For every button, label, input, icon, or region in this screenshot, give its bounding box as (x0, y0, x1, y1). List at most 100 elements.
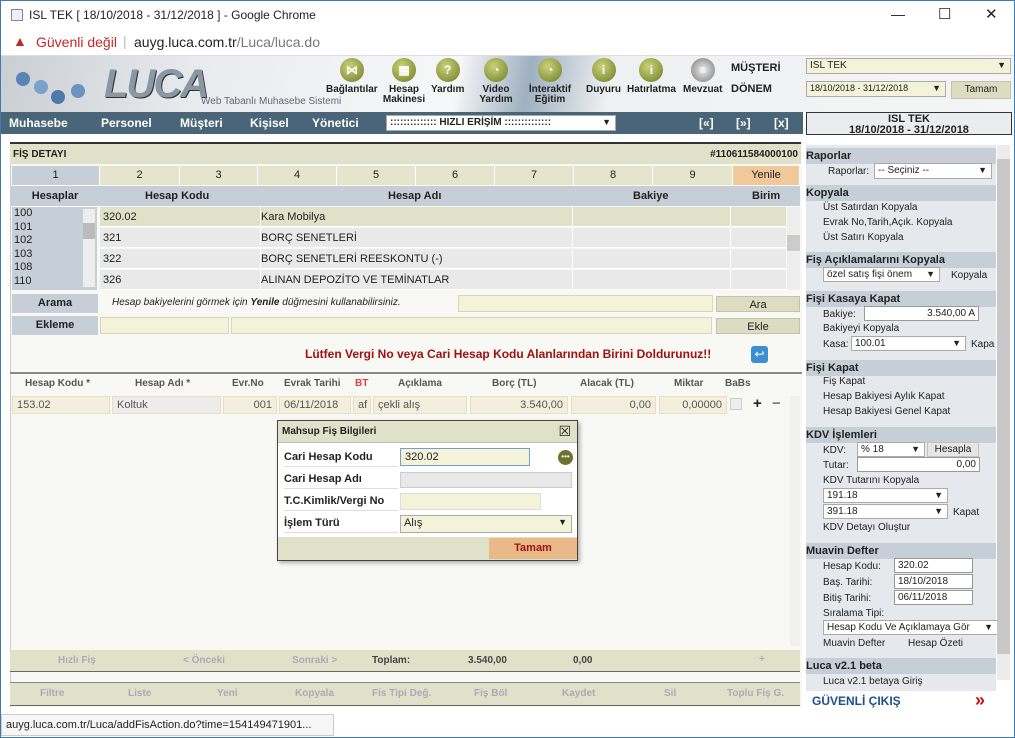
cell-aciklama[interactable]: çekli alış (373, 396, 467, 414)
bakiyeyi-kopyala-link[interactable]: Bakiyeyi Kopyala (823, 323, 899, 334)
cari-kod-input[interactable]: 320.02 (400, 448, 530, 466)
scrollbar[interactable] (83, 209, 95, 287)
ust-satiri-kopyala-link[interactable]: Üst Satırı Kopyala (823, 232, 904, 243)
dialog-close-button[interactable]: ☒ (558, 423, 571, 440)
next-window-button[interactable]: [»] (736, 116, 751, 130)
kdv-account-select-2[interactable]: 391.18 (823, 504, 948, 519)
plus-button[interactable]: + (759, 654, 765, 665)
video-yardim-button[interactable]: ◔ Video Yardım (477, 58, 515, 105)
cell-evrak-tarihi[interactable]: 06/11/2018 (279, 396, 351, 414)
hesapla-button[interactable]: Hesapla (927, 442, 979, 457)
address-bar[interactable]: ▲ Güvenli değil | auyg.luca.com.tr/Luca/… (1, 30, 1014, 56)
yenile-tab[interactable]: Yenile (733, 166, 800, 185)
cell-bt[interactable]: af (353, 396, 371, 414)
toolbar-button[interactable]: Toplu Fiş G. (727, 688, 784, 699)
hesaplar-list[interactable]: 100 101 102 103 108 110 (12, 207, 97, 290)
hesap-makinesi-button[interactable]: ▦ Hesap Makinesi (382, 58, 426, 105)
duyuru-button[interactable]: i Duyuru (586, 58, 621, 95)
kdv-detay-link[interactable]: KDV Detayı Oluştur (823, 522, 910, 533)
ara-button[interactable]: Ara (716, 296, 800, 312)
kasa-kapat-link[interactable]: Kapa (971, 339, 994, 350)
baglantilar-button[interactable]: ⋈ Bağlantılar (326, 58, 378, 95)
ekleme-ad-input[interactable] (231, 317, 712, 334)
cell-hesap-adi[interactable]: Koltuk (112, 396, 221, 414)
bas-tarihi-input[interactable]: 18/10/2018 (894, 574, 973, 589)
minimize-button[interactable]: — (891, 6, 905, 22)
mevzuat-button[interactable]: ≡ Mevzuat (683, 58, 722, 95)
more-icon[interactable]: ••• (558, 450, 573, 465)
tab-6[interactable]: 6 (416, 166, 495, 185)
tab-7[interactable]: 7 (495, 166, 574, 185)
nav-personel[interactable]: Personel (101, 116, 152, 130)
tutar-input[interactable]: 0,00 (857, 457, 980, 472)
nav-yonetici[interactable]: Yönetici (312, 116, 359, 130)
remove-row-button[interactable]: − (772, 395, 781, 412)
onceki-button[interactable]: < Önceki (183, 655, 225, 666)
beta-link[interactable]: Luca v2.1 betaya Giriş (823, 676, 923, 687)
muavin-hesap-kodu-input[interactable]: 320.02 (894, 558, 973, 573)
aylik-kapat-link[interactable]: Hesap Bakiyesi Aylık Kapat (823, 391, 945, 402)
ekle-button[interactable]: Ekle (716, 318, 800, 334)
kdv-account-select-1[interactable]: 191.18 (823, 488, 948, 503)
kdv-select[interactable]: % 18 (857, 442, 925, 457)
nav-kisisel[interactable]: Kişisel (250, 116, 289, 130)
kdv-kapat-link[interactable]: Kapat (953, 507, 979, 518)
maximize-button[interactable]: ☐ (938, 5, 951, 23)
ust-satirdan-kopyala-link[interactable]: Üst Satırdan Kopyala (823, 202, 918, 213)
toolbar-button[interactable]: Fis Tipi Değ. (372, 688, 431, 699)
kdv-kopyala-link[interactable]: KDV Tutarını Kopyala (823, 475, 919, 486)
arama-input[interactable] (458, 295, 713, 312)
toolbar-button[interactable]: Fiş Böl (474, 688, 507, 699)
tab-8[interactable]: 8 (574, 166, 653, 185)
donem-select[interactable]: 18/10/2018 - 31/12/2018 (806, 81, 946, 97)
cell-borc[interactable]: 3.540,00 (470, 396, 568, 414)
cell-hesap-kodu[interactable]: 153.02 (12, 396, 110, 414)
ekleme-kod-input[interactable] (100, 317, 229, 334)
tab-2[interactable]: 2 (100, 166, 180, 185)
aciklama-kopyala-link[interactable]: Kopyala (951, 270, 987, 281)
nav-musteri[interactable]: Müşteri (180, 116, 223, 130)
toolbar-button[interactable]: Kaydet (562, 688, 595, 699)
close-window-button[interactable]: [x] (774, 116, 789, 130)
grid-scrollbar[interactable] (790, 396, 800, 646)
account-row[interactable]: 320.02 Kara Mobilya (100, 207, 786, 227)
bakiye-input[interactable]: 3.540,00 A (864, 306, 979, 321)
toolbar-button[interactable]: Yeni (217, 688, 238, 699)
account-row[interactable]: 326 ALINAN DEPOZİTO VE TEMİNATLAR (100, 270, 786, 290)
raporlar-select[interactable]: -- Seçiniz -- (874, 163, 992, 179)
islem-select[interactable]: Alış (400, 515, 572, 533)
toolbar-button[interactable]: Liste (128, 688, 151, 699)
muavin-defter-link[interactable]: Muavin Defter (823, 638, 885, 649)
cell-alacak[interactable]: 0,00 (571, 396, 656, 414)
toolbar-button[interactable]: Sil (664, 688, 676, 699)
toolbar-button[interactable]: Filtre (40, 688, 64, 699)
cell-evr-no[interactable]: 001 (223, 396, 277, 414)
toolbar-button[interactable]: Kopyala (295, 688, 334, 699)
kasa-select[interactable]: 100.01 (851, 336, 966, 351)
yardim-button[interactable]: ? Yardım (431, 58, 464, 95)
prev-window-button[interactable]: [«] (699, 116, 714, 130)
cell-miktar[interactable]: 0,00000 (659, 396, 727, 414)
chevron-right-icon[interactable]: » (975, 690, 985, 711)
tab-5[interactable]: 5 (337, 166, 416, 185)
bitis-tarihi-input[interactable]: 06/11/2018 (894, 590, 973, 605)
siralama-select[interactable]: Hesap Kodu Ve Açıklamaya Gör (823, 620, 998, 635)
tab-3[interactable]: 3 (180, 166, 258, 185)
add-row-button[interactable]: + (753, 395, 762, 412)
interaktif-egitim-button[interactable]: ◔ İnteraktif Eğitim (525, 58, 575, 105)
tab-4[interactable]: 4 (258, 166, 337, 185)
aciklama-select[interactable]: özel satış fişi önem (823, 267, 940, 282)
url[interactable]: auyg.luca.com.tr/Luca/luca.do (134, 34, 320, 50)
account-row[interactable]: 322 BORÇ SENETLERİ REESKONTU (-) (100, 249, 786, 269)
hizli-fis-button[interactable]: Hızlı Fiş (58, 655, 96, 666)
hatirlatma-button[interactable]: i Hatırlatma (627, 58, 676, 95)
genel-kapat-link[interactable]: Hesap Bakiyesi Genel Kapat (823, 406, 950, 417)
nav-muhasebe[interactable]: Muhasebe (9, 116, 68, 130)
tab-1[interactable]: 1 (12, 166, 100, 185)
account-row[interactable]: 321 BORÇ SENETLERİ (100, 228, 786, 248)
sonraki-button[interactable]: Sonraki > (292, 655, 337, 666)
sidebar-scrollbar[interactable] (997, 145, 1010, 680)
evrak-kopyala-link[interactable]: Evrak No,Tarih,Açık. Kopyala (823, 217, 953, 228)
tab-9[interactable]: 9 (653, 166, 733, 185)
close-button[interactable]: ✕ (985, 5, 998, 23)
